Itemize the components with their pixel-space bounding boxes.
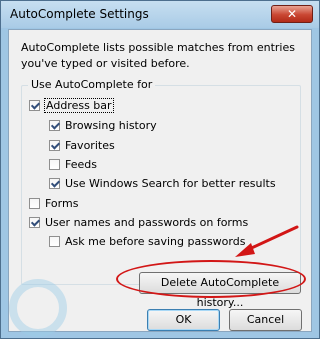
- checkbox-label: Browsing history: [65, 118, 157, 132]
- checkbox-box[interactable]: [49, 235, 60, 247]
- dialog-window: AutoComplete Settings ✕ AutoComplete lis…: [0, 0, 320, 339]
- checkbox-box[interactable]: [29, 197, 40, 209]
- loading-ring-icon: [9, 279, 67, 337]
- checkbox-forms[interactable]: Forms: [29, 195, 78, 211]
- checkbox-box[interactable]: [49, 139, 60, 151]
- checkbox-usernames-passwords[interactable]: User names and passwords on forms: [29, 214, 248, 230]
- checkbox-favorites[interactable]: Favorites: [49, 137, 115, 153]
- checkbox-box[interactable]: [49, 177, 60, 189]
- checkbox-address-bar[interactable]: Address bar: [29, 97, 114, 113]
- cancel-button[interactable]: Cancel: [229, 309, 302, 331]
- group-legend: Use AutoComplete for: [28, 78, 156, 91]
- red-arrow-icon: [235, 225, 299, 257]
- title-bar[interactable]: AutoComplete Settings ✕: [1, 1, 319, 28]
- window-title: AutoComplete Settings: [10, 7, 149, 21]
- checkbox-label: Forms: [45, 196, 79, 210]
- checkbox-label: Address bar: [44, 97, 114, 113]
- checkbox-box[interactable]: [49, 158, 60, 170]
- checkbox-ask-before-saving[interactable]: Ask me before saving passwords: [49, 233, 245, 249]
- checkbox-feeds[interactable]: Feeds: [49, 156, 97, 172]
- checkbox-label: Use Windows Search for better results: [65, 176, 276, 190]
- close-button[interactable]: ✕: [271, 5, 313, 23]
- checkbox-label: Feeds: [65, 157, 97, 171]
- checkbox-label: Favorites: [65, 138, 115, 152]
- description-text: AutoComplete lists possible matches from…: [21, 41, 295, 70]
- checkbox-box[interactable]: [29, 99, 40, 111]
- checkbox-windows-search[interactable]: Use Windows Search for better results: [49, 175, 276, 191]
- checkbox-browsing-history[interactable]: Browsing history: [49, 117, 157, 133]
- annotation-ellipse: [116, 260, 306, 298]
- checkbox-label: User names and passwords on forms: [45, 215, 249, 229]
- checkbox-box[interactable]: [29, 216, 40, 228]
- checkbox-label: Ask me before saving passwords: [65, 234, 246, 248]
- checkbox-box[interactable]: [49, 119, 60, 131]
- ok-button[interactable]: OK: [147, 309, 220, 331]
